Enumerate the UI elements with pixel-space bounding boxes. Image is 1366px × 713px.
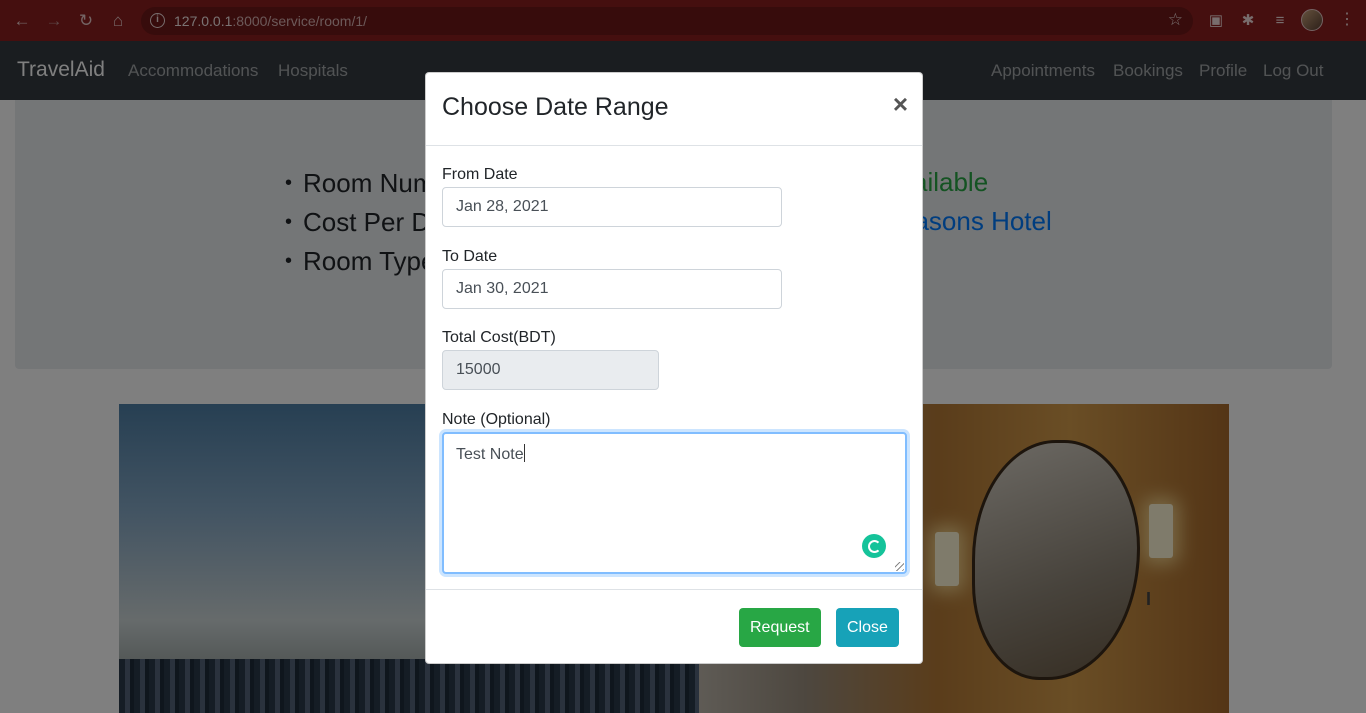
to-date-input[interactable]: Jan 30, 2021 bbox=[442, 269, 782, 309]
modal-header: Choose Date Range × bbox=[426, 73, 922, 146]
to-date-label: To Date bbox=[442, 248, 498, 265]
grammarly-icon[interactable] bbox=[862, 534, 886, 558]
close-button[interactable]: Close bbox=[836, 608, 899, 647]
text-cursor-icon: I bbox=[1146, 589, 1152, 609]
note-text: Test Note bbox=[456, 446, 524, 463]
from-date-label: From Date bbox=[442, 166, 518, 183]
total-cost-field: 15000 bbox=[442, 350, 659, 390]
text-caret bbox=[523, 444, 525, 462]
modal-title: Choose Date Range bbox=[442, 93, 669, 121]
date-range-modal: Choose Date Range × From Date Jan 28, 20… bbox=[425, 72, 923, 664]
request-button[interactable]: Request bbox=[739, 608, 821, 647]
modal-footer: Request Close bbox=[426, 589, 922, 665]
note-label: Note (Optional) bbox=[442, 411, 551, 428]
total-cost-label: Total Cost(BDT) bbox=[442, 329, 556, 346]
from-date-input[interactable]: Jan 28, 2021 bbox=[442, 187, 782, 227]
note-textarea[interactable]: Test Note bbox=[442, 432, 907, 574]
close-icon[interactable]: × bbox=[893, 91, 908, 117]
resize-handle[interactable] bbox=[895, 562, 904, 571]
